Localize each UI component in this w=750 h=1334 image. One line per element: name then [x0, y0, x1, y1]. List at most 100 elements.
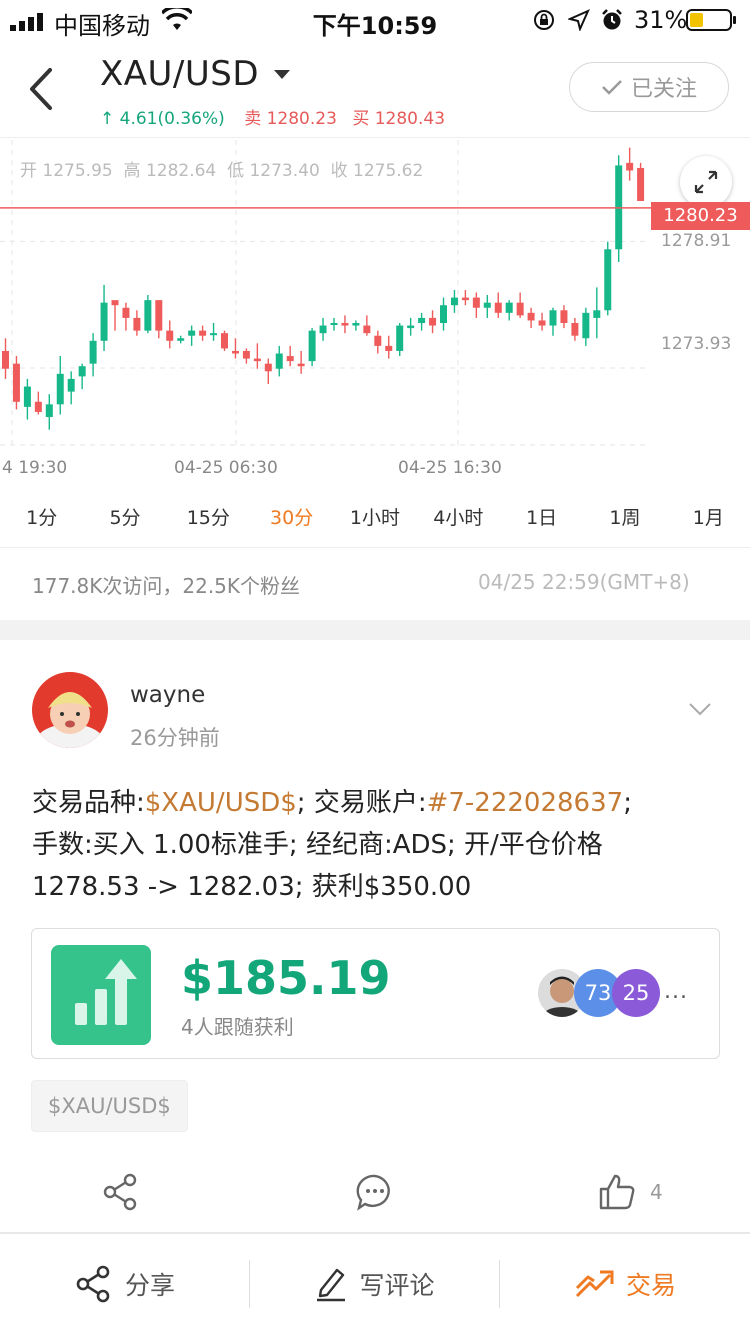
tab-1day[interactable]: 1日	[500, 498, 583, 547]
share-action[interactable]	[102, 1170, 140, 1214]
bottom-bar: 分享 写评论 交易	[0, 1234, 750, 1334]
candle-body	[2, 350, 9, 369]
tab-5min[interactable]: 5分	[83, 498, 166, 547]
tab-15min[interactable]: 15分	[167, 498, 250, 547]
candle-body	[308, 330, 316, 362]
status-bar: 中国移动 下午10:59 31%	[0, 0, 750, 40]
x-axis-label: 04-25 16:30	[398, 458, 502, 478]
candle-body	[472, 297, 480, 308]
candle-body	[461, 297, 469, 301]
comment-action[interactable]	[356, 1170, 394, 1214]
back-arrow-icon[interactable]	[22, 64, 62, 114]
pencil-icon	[317, 1268, 346, 1302]
price-change: ↑ 4.61(0.36%)	[100, 109, 225, 129]
followers-profit-label: 4人跟随获利	[181, 1015, 294, 1039]
candle-body	[637, 167, 645, 201]
candle-body	[67, 378, 75, 392]
instrument-symbol[interactable]: XAU/USD	[100, 54, 259, 94]
x-axis-label: 04-25 06:30	[174, 458, 278, 478]
candle-body	[604, 249, 612, 311]
share-label: 分享	[124, 1271, 175, 1300]
expand-icon	[694, 170, 718, 194]
candle-body	[12, 363, 20, 402]
candle-body	[330, 323, 338, 325]
candle-body	[483, 302, 491, 308]
candlestick-chart[interactable]	[0, 140, 750, 490]
sell-label: 卖	[244, 109, 262, 129]
like-count: 4	[650, 1180, 663, 1204]
candle-body	[144, 300, 152, 331]
buy-price: 1280.43	[374, 109, 446, 129]
candle-body	[275, 353, 283, 369]
symbol-tag[interactable]: $XAU/USD$	[31, 1080, 188, 1132]
share-icon	[103, 1173, 137, 1211]
section-divider	[0, 620, 750, 640]
content-label: 交易品种:	[32, 788, 145, 818]
visit-stats: 177.8K次访问，22.5K个粉丝	[32, 574, 301, 598]
ohlc-readout: 开 1275.95 高 1282.64 低 1273.40 收 1275.62	[20, 156, 423, 181]
share-button[interactable]: 分享	[0, 1234, 250, 1334]
like-action[interactable]: 4	[598, 1170, 663, 1214]
write-comment-button[interactable]: 写评论	[250, 1234, 500, 1334]
chart-grid	[0, 140, 650, 446]
candle-body	[626, 162, 634, 171]
tab-30min[interactable]: 30分	[250, 498, 333, 547]
candle-body	[505, 302, 513, 313]
check-icon	[602, 80, 622, 95]
candle-body	[100, 302, 108, 341]
open-label: 开	[20, 161, 37, 181]
y-axis-label: 1278.91	[661, 231, 732, 251]
candle-body	[582, 312, 590, 339]
candle-body	[593, 310, 601, 318]
trade-button[interactable]: 交易	[500, 1234, 750, 1334]
thumbs-up-icon	[599, 1174, 635, 1210]
candle-body	[374, 335, 382, 346]
candle-body	[418, 317, 426, 323]
follow-button[interactable]: 已关注	[569, 62, 729, 112]
profit-card[interactable]: $185.19 4人跟随获利 73 25 ...	[31, 928, 720, 1059]
candle-body	[34, 401, 42, 412]
dropdown-caret-icon[interactable]	[274, 70, 290, 79]
tab-1week[interactable]: 1周	[583, 498, 666, 547]
candle-body	[494, 302, 502, 313]
fullscreen-button[interactable]	[680, 156, 732, 208]
candle-body	[221, 333, 228, 349]
tab-1hour[interactable]: 1小时	[333, 498, 416, 547]
chevron-down-icon[interactable]	[688, 702, 712, 718]
chart-bars-icon	[51, 945, 151, 1045]
low-label: 低	[227, 161, 245, 181]
close-value: 1275.62	[353, 161, 424, 181]
orientation-lock-icon	[534, 10, 554, 30]
candle-body	[133, 317, 141, 331]
high-label: 高	[123, 161, 141, 181]
username[interactable]: wayne	[130, 682, 205, 708]
share-icon	[76, 1265, 110, 1303]
candle-body	[199, 330, 207, 336]
post-time: 26分钟前	[130, 726, 220, 750]
symbol-link[interactable]: $XAU/USD$	[145, 788, 297, 818]
account-link[interactable]: #7-222028637	[427, 788, 624, 818]
current-price-tag: 1280.23	[651, 202, 750, 230]
candle-body	[242, 350, 250, 359]
buy-label: 买	[352, 109, 370, 129]
avatar[interactable]	[32, 672, 108, 748]
high-value: 1282.64	[145, 161, 217, 181]
candle-body	[396, 325, 404, 351]
trade-label: 交易	[625, 1271, 676, 1300]
tab-1min[interactable]: 1分	[0, 498, 83, 547]
tab-4hour[interactable]: 4小时	[417, 498, 500, 547]
tab-1month[interactable]: 1月	[667, 498, 750, 547]
candle-body	[549, 310, 557, 326]
candle-body	[253, 358, 261, 362]
candle-body	[286, 356, 294, 362]
more-followers: ...	[664, 979, 688, 1004]
candle-body	[56, 373, 64, 405]
candle-body	[122, 307, 130, 318]
candle-body	[89, 340, 97, 364]
candle-body	[363, 325, 371, 334]
x-axis-label: 4 19:30	[2, 458, 68, 478]
follow-label: 已关注	[630, 77, 697, 102]
close-label: 收	[330, 161, 348, 181]
price-chart[interactable]: 开 1275.95 高 1282.64 低 1273.40 收 1275.62 …	[0, 140, 750, 490]
candles	[0, 147, 651, 430]
